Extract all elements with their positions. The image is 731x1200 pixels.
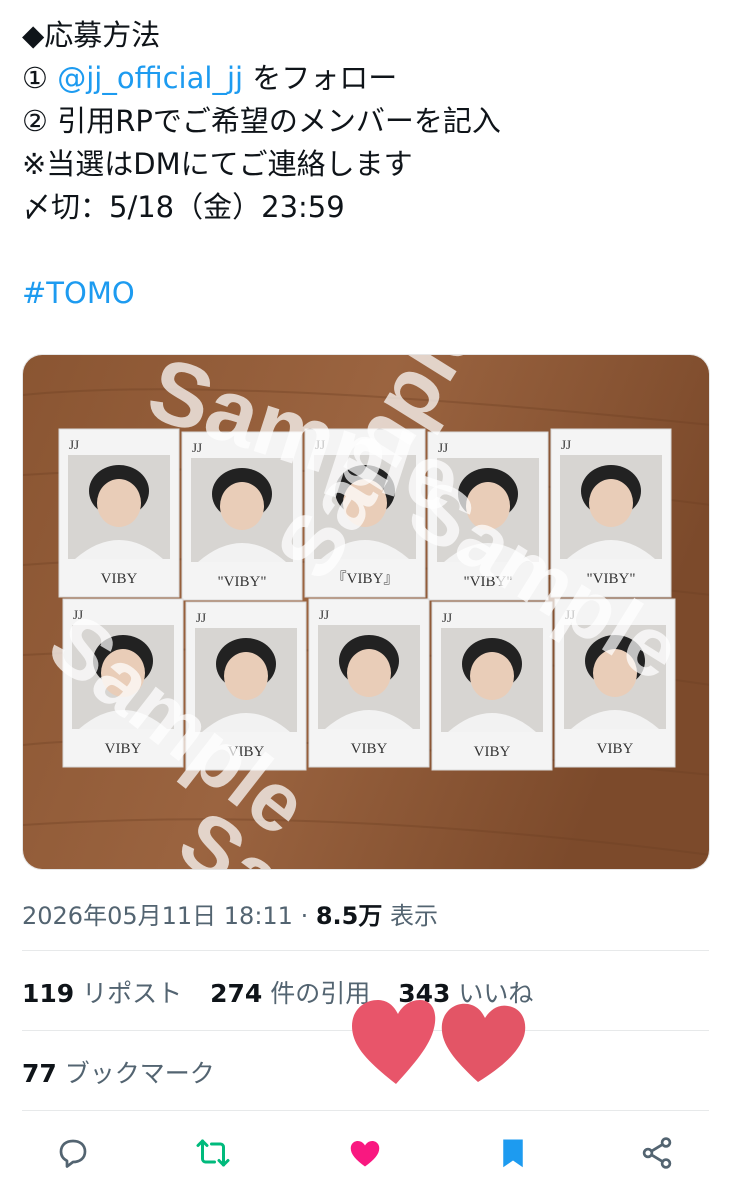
bookmark-icon bbox=[503, 1139, 523, 1168]
bookmark-button[interactable] bbox=[488, 1128, 538, 1178]
person-face bbox=[220, 482, 264, 530]
views-count: 8.5万 bbox=[315, 902, 383, 930]
tweet-step-1: ① @jj_official_jj をフォロー bbox=[22, 57, 712, 100]
bookmarks-label: ブックマーク bbox=[56, 1059, 215, 1088]
share-button[interactable] bbox=[632, 1128, 682, 1178]
reply-icon bbox=[59, 1139, 87, 1168]
card-footer-text: VIBY bbox=[101, 571, 138, 587]
tweet-note: ※当選はDMにてご連絡します bbox=[22, 147, 413, 181]
card-footer-text: "VIBY" bbox=[218, 574, 267, 590]
tweet-media-image[interactable]: JJ VIBY JJ "VIBY" JJ 『VIBY』 JJ "VIBY" JJ "VIBY" JJ… bbox=[22, 354, 710, 870]
card-footer-text: VIBY bbox=[474, 744, 511, 760]
reposts-count: 119 bbox=[22, 979, 75, 1008]
tweet-step-2: ② 引用RPでご希望のメンバーを記入 bbox=[22, 104, 501, 138]
meta-separator: · bbox=[292, 902, 316, 930]
tweet-meta: 2026年05月11日 18:11 · 8.5万 表示 bbox=[22, 896, 438, 931]
views-label: 表示 bbox=[382, 902, 438, 930]
divider bbox=[22, 950, 709, 951]
person-face bbox=[470, 652, 514, 700]
person-face bbox=[347, 649, 391, 697]
tweet-deadline: 〆切：5/18（金）23:59 bbox=[22, 190, 345, 224]
card-footer-text: VIBY bbox=[597, 741, 634, 757]
card-footer-text: VIBY bbox=[351, 741, 388, 757]
card-header-text: JJ bbox=[561, 437, 571, 452]
person-face bbox=[589, 479, 633, 527]
tweet-datetime[interactable]: 2026年05月11日 18:11 bbox=[22, 902, 293, 930]
card-header-text: JJ bbox=[196, 610, 206, 625]
photo-cards-photo: JJVIBYJJ"VIBY"JJ『VIBY』JJ"VIBY"JJ"VIBY"JJ… bbox=[23, 355, 709, 869]
repost-button[interactable] bbox=[188, 1128, 238, 1178]
photo-card: JJ VIBY bbox=[58, 428, 180, 598]
person-face bbox=[97, 479, 141, 527]
card-header-text: JJ bbox=[319, 607, 329, 622]
repost-icon bbox=[196, 1139, 230, 1167]
divider bbox=[22, 1110, 709, 1111]
bookmarks-stat[interactable]: 77 ブックマーク bbox=[22, 1054, 215, 1090]
card-header-text: JJ bbox=[442, 610, 452, 625]
tweet-heading: ◆応募方法 bbox=[22, 18, 161, 52]
hashtag-link[interactable]: #TOMO bbox=[22, 272, 712, 315]
bookmarks-count: 77 bbox=[22, 1059, 57, 1088]
tweet-text: ◆応募方法 ① @jj_official_jj をフォロー ② 引用RPでご希望… bbox=[22, 14, 712, 315]
like-icon bbox=[350, 1141, 380, 1167]
reposts-stat[interactable]: 119 リポスト bbox=[22, 979, 202, 1008]
card-header-text: JJ bbox=[69, 437, 79, 452]
share-icon bbox=[642, 1137, 672, 1169]
mention-link[interactable]: @jj_official_jj bbox=[57, 61, 243, 95]
like-button[interactable] bbox=[340, 1128, 390, 1178]
quotes-count: 274 bbox=[210, 979, 263, 1008]
tweet-action-bar bbox=[0, 1128, 731, 1178]
step1-prefix: ① bbox=[22, 61, 58, 95]
photo-card: JJ VIBY bbox=[308, 598, 430, 768]
person-face bbox=[224, 652, 268, 700]
reply-button[interactable] bbox=[48, 1128, 98, 1178]
heart-stickers-icon bbox=[352, 1000, 526, 1084]
step1-suffix: をフォロー bbox=[243, 61, 398, 95]
reposts-label: リポスト bbox=[74, 979, 183, 1008]
